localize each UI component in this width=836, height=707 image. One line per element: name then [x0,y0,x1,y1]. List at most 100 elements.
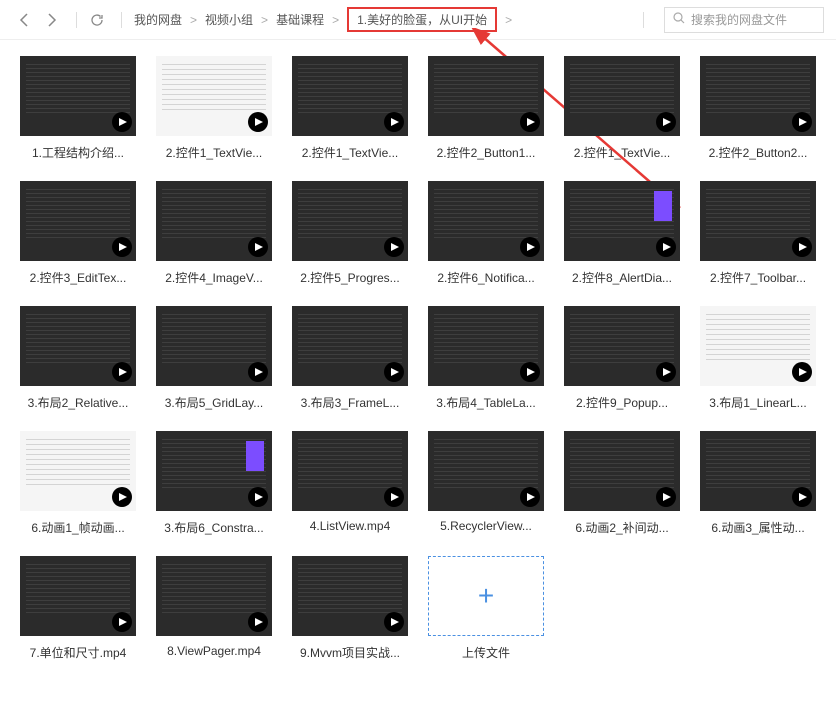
video-thumbnail[interactable] [292,181,408,261]
file-name: 2.控件2_Button2... [709,144,808,161]
nav-forward-button[interactable] [40,8,64,32]
video-thumbnail[interactable] [700,431,816,511]
file-item[interactable]: 2.控件1_TextVie... [288,56,412,161]
play-icon [792,237,812,257]
play-icon [112,487,132,507]
file-name: 6.动画2_补间动... [575,519,668,536]
file-item[interactable]: 3.布局5_GridLay... [152,306,276,411]
file-name: 2.控件9_Popup... [576,394,668,411]
video-thumbnail[interactable] [564,181,680,261]
video-thumbnail[interactable] [564,56,680,136]
file-item[interactable]: 2.控件6_Notifica... [424,181,548,286]
file-item[interactable]: 2.控件2_Button2... [696,56,820,161]
file-item[interactable]: 2.控件4_ImageV... [152,181,276,286]
breadcrumb-item[interactable]: 视频小组 [205,11,253,28]
breadcrumb-item[interactable]: 基础课程 [276,11,324,28]
upload-item[interactable]: +上传文件 [424,556,548,661]
video-thumbnail[interactable] [700,56,816,136]
video-thumbnail[interactable] [20,56,136,136]
play-icon [112,112,132,132]
file-item[interactable]: 3.布局4_TableLa... [424,306,548,411]
file-item[interactable]: 5.RecyclerView... [424,431,548,536]
video-thumbnail[interactable] [156,56,272,136]
file-name: 5.RecyclerView... [440,519,532,533]
file-item[interactable]: 3.布局1_LinearL... [696,306,820,411]
file-name: 2.控件8_AlertDia... [572,269,672,286]
breadcrumb-item[interactable]: 1.美好的脸蛋，从UI开始 [347,7,497,32]
file-item[interactable]: 9.Mvvm项目实战... [288,556,412,661]
video-thumbnail[interactable] [428,181,544,261]
file-item[interactable]: 7.单位和尺寸.mp4 [16,556,140,661]
file-item[interactable]: 2.控件1_TextVie... [560,56,684,161]
toolbar: 我的网盘>视频小组>基础课程>1.美好的脸蛋，从UI开始> 搜索我的网盘文件 [0,0,836,40]
play-icon [112,362,132,382]
play-icon [248,112,268,132]
file-item[interactable]: 2.控件1_TextVie... [152,56,276,161]
file-name: 6.动画1_帧动画... [31,519,124,536]
file-item[interactable]: 1.工程结构介绍... [16,56,140,161]
video-thumbnail[interactable] [156,556,272,636]
video-thumbnail[interactable] [156,306,272,386]
video-thumbnail[interactable] [564,306,680,386]
play-icon [248,612,268,632]
file-item[interactable]: 3.布局3_FrameL... [288,306,412,411]
file-item[interactable]: 6.动画2_补间动... [560,431,684,536]
video-thumbnail[interactable] [292,306,408,386]
play-icon [384,237,404,257]
video-thumbnail[interactable] [156,181,272,261]
breadcrumb: 我的网盘>视频小组>基础课程>1.美好的脸蛋，从UI开始> [130,7,635,32]
video-thumbnail[interactable] [20,181,136,261]
video-thumbnail[interactable] [700,306,816,386]
video-thumbnail[interactable] [564,431,680,511]
file-item[interactable]: 6.动画3_属性动... [696,431,820,536]
search-input[interactable]: 搜索我的网盘文件 [664,7,824,33]
upload-tile[interactable]: + [428,556,544,636]
video-thumbnail[interactable] [292,556,408,636]
play-icon [656,237,676,257]
toolbar-divider [121,12,122,28]
chevron-right-icon [47,13,57,27]
file-item[interactable]: 8.ViewPager.mp4 [152,556,276,661]
video-thumbnail[interactable] [156,431,272,511]
video-thumbnail[interactable] [20,556,136,636]
file-name: 2.控件2_Button1... [437,144,536,161]
file-item[interactable]: 3.布局6_Constra... [152,431,276,536]
play-icon [520,487,540,507]
file-name: 6.动画3_属性动... [711,519,804,536]
file-item[interactable]: 2.控件9_Popup... [560,306,684,411]
file-item[interactable]: 2.控件5_Progres... [288,181,412,286]
file-item[interactable]: 4.ListView.mp4 [288,431,412,536]
play-icon [248,237,268,257]
video-thumbnail[interactable] [428,306,544,386]
play-icon [384,487,404,507]
file-name: 2.控件7_Toolbar... [710,269,806,286]
breadcrumb-item[interactable]: 我的网盘 [134,11,182,28]
file-item[interactable]: 3.布局2_Relative... [16,306,140,411]
video-thumbnail[interactable] [292,431,408,511]
video-thumbnail[interactable] [20,431,136,511]
file-name: 2.控件4_ImageV... [165,269,263,286]
file-item[interactable]: 6.动画1_帧动画... [16,431,140,536]
play-icon [520,237,540,257]
play-icon [248,362,268,382]
file-item[interactable]: 2.控件8_AlertDia... [560,181,684,286]
toolbar-divider [76,12,77,28]
file-name: 2.控件6_Notifica... [437,269,534,286]
video-thumbnail[interactable] [428,56,544,136]
refresh-button[interactable] [85,8,109,32]
file-item[interactable]: 2.控件7_Toolbar... [696,181,820,286]
file-item[interactable]: 2.控件3_EditTex... [16,181,140,286]
play-icon [792,362,812,382]
nav-back-button[interactable] [12,8,36,32]
file-name: 1.工程结构介绍... [32,144,124,161]
breadcrumb-separator: > [332,13,339,27]
video-thumbnail[interactable] [428,431,544,511]
search-placeholder: 搜索我的网盘文件 [691,11,787,28]
file-item[interactable]: 2.控件2_Button1... [424,56,548,161]
file-name: 2.控件3_EditTex... [30,269,127,286]
video-thumbnail[interactable] [700,181,816,261]
video-thumbnail[interactable] [20,306,136,386]
file-name: 3.布局6_Constra... [164,519,263,536]
video-thumbnail[interactable] [292,56,408,136]
file-name: 7.单位和尺寸.mp4 [30,644,127,661]
